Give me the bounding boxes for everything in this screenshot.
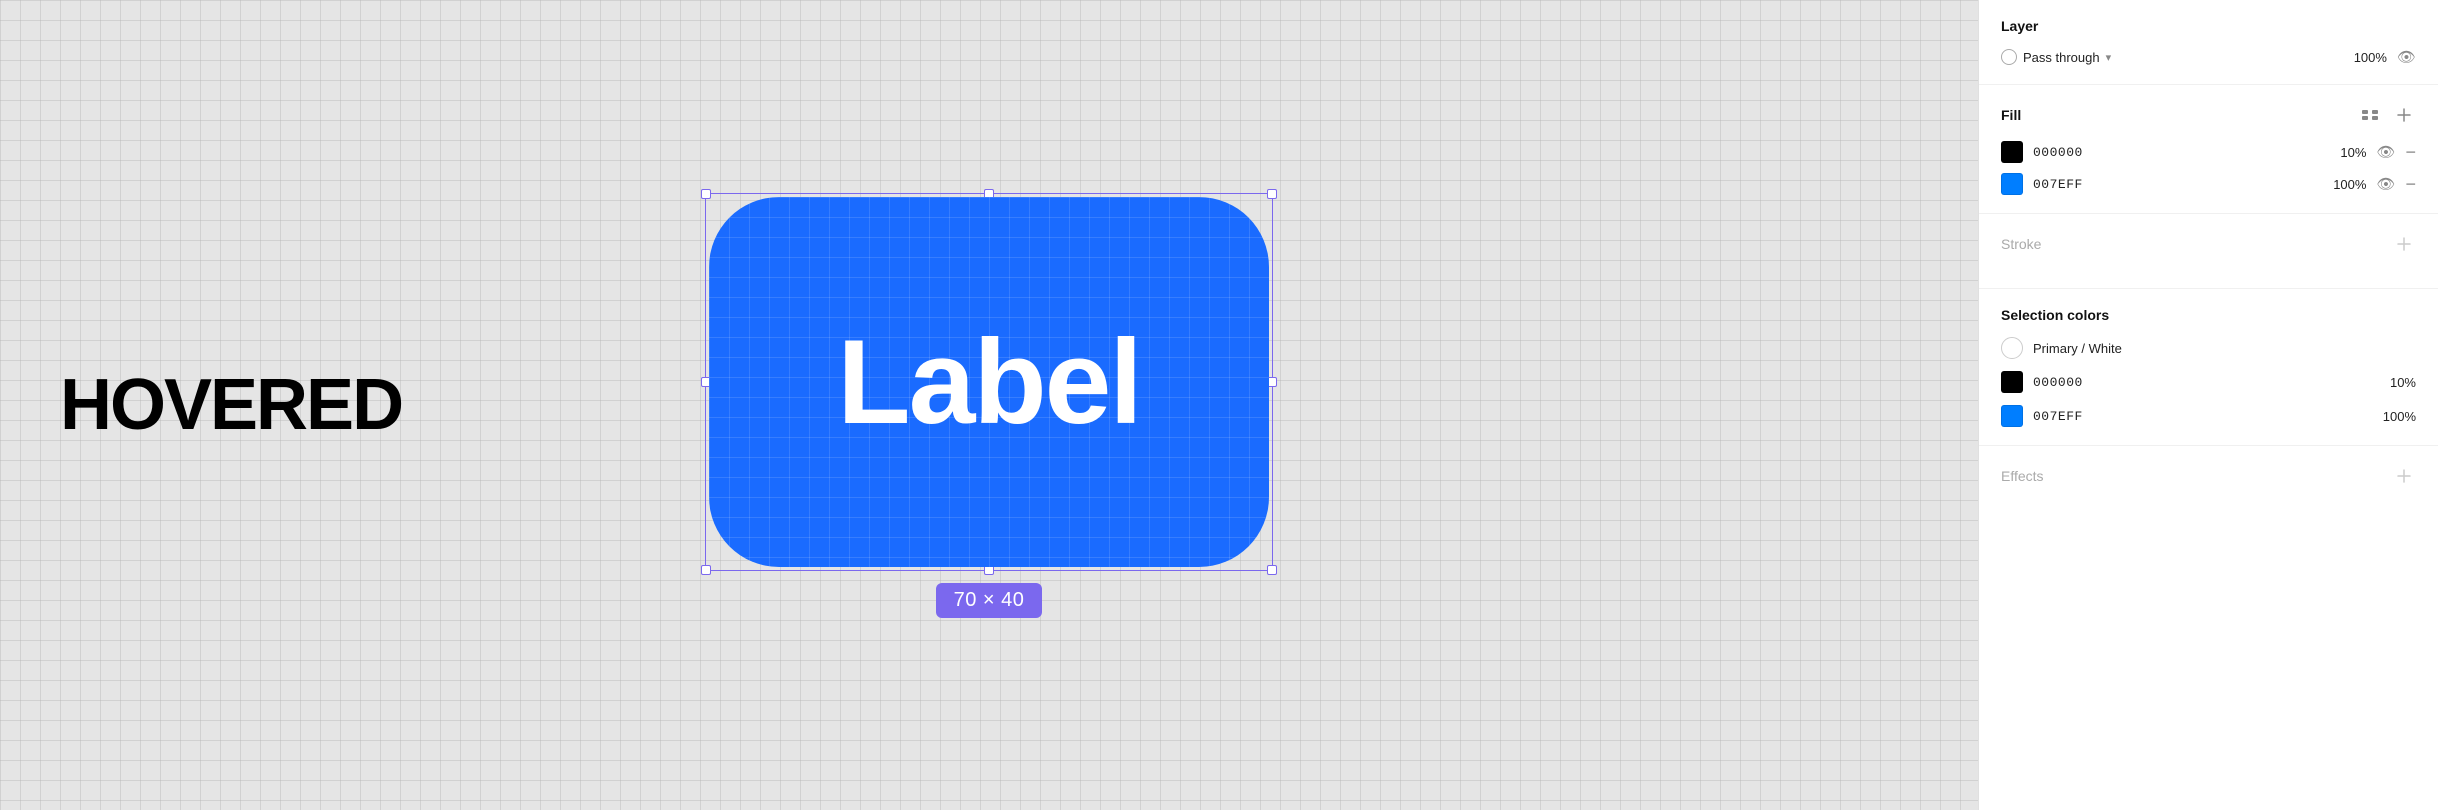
fill-black-remove-button[interactable]: −	[2405, 143, 2416, 161]
fill-opacity-blue[interactable]: 100%	[2328, 177, 2366, 192]
stroke-section-header: Stroke	[2001, 232, 2416, 256]
selection-colors-section: Selection colors Primary / White 000000 …	[1979, 289, 2438, 446]
blend-mode-icon	[2001, 49, 2017, 65]
stroke-section: Stroke	[1979, 214, 2438, 289]
effects-section: Effects	[1979, 446, 2438, 520]
blend-mode-label: Pass through	[2023, 50, 2100, 65]
fill-blue-visibility-icon[interactable]: 👁	[2376, 175, 2395, 193]
fill-row-black: 000000 10% 👁 −	[2001, 141, 2416, 163]
layer-section: Layer Pass through ▾ 100% 👁	[1979, 0, 2438, 85]
hovered-state-label: HOVERED	[60, 364, 402, 446]
effects-add-button[interactable]	[2392, 464, 2416, 488]
stroke-section-title: Stroke	[2001, 236, 2041, 252]
layer-section-header: Layer	[2001, 18, 2416, 34]
button-container: Label 70 × 40	[705, 193, 1273, 618]
ui-button[interactable]: Label	[709, 197, 1269, 567]
fill-section-header: Fill	[2001, 103, 2416, 127]
fill-section: Fill	[1979, 85, 2438, 214]
fill-add-button[interactable]	[2392, 103, 2416, 127]
layer-row: Pass through ▾ 100% 👁	[2001, 48, 2416, 66]
stroke-add-button[interactable]	[2392, 232, 2416, 256]
selection-colors-header: Selection colors	[2001, 307, 2416, 323]
fill-swatch-blue[interactable]	[2001, 173, 2023, 195]
blend-mode-group[interactable]: Pass through ▾	[2001, 49, 2339, 65]
layer-opacity-value[interactable]: 100%	[2349, 50, 2387, 65]
primary-white-label: Primary / White	[2033, 341, 2122, 356]
selection-box: Label	[705, 193, 1273, 571]
fill-section-actions	[2358, 103, 2416, 127]
fill-opacity-black[interactable]: 10%	[2328, 145, 2366, 160]
blend-mode-chevron-icon: ▾	[2106, 51, 2112, 64]
fill-row-blue: 007EFF 100% 👁 −	[2001, 173, 2416, 195]
button-label: Label	[837, 313, 1140, 451]
selection-swatch-blue[interactable]	[2001, 405, 2023, 427]
canvas-area: HOVERED Label 70 × 40	[0, 0, 1978, 810]
fill-swatch-black[interactable]	[2001, 141, 2023, 163]
selection-opacity-blue[interactable]: 100%	[2378, 409, 2416, 424]
selection-color-primary-white[interactable]: Primary / White	[2001, 337, 2416, 359]
right-panel: Layer Pass through ▾ 100% 👁 Fill	[1978, 0, 2438, 810]
fill-color-blue-hex: 007EFF	[2033, 177, 2318, 192]
selection-color-blue: 007EFF 100%	[2001, 405, 2416, 427]
layer-visibility-icon[interactable]: 👁	[2397, 48, 2416, 66]
fill-dots-button[interactable]	[2358, 103, 2382, 127]
selection-color-black: 000000 10%	[2001, 371, 2416, 393]
fill-color-black-hex: 000000	[2033, 145, 2318, 160]
selection-swatch-black[interactable]	[2001, 371, 2023, 393]
fill-section-title: Fill	[2001, 107, 2021, 123]
selection-color-blue-hex: 007EFF	[2033, 409, 2368, 424]
fill-black-visibility-icon[interactable]: 👁	[2376, 143, 2395, 161]
fill-blue-remove-button[interactable]: −	[2405, 175, 2416, 193]
effects-section-header: Effects	[2001, 464, 2416, 488]
size-badge: 70 × 40	[936, 583, 1043, 618]
selection-color-black-hex: 000000	[2033, 375, 2368, 390]
selection-colors-title: Selection colors	[2001, 307, 2109, 323]
effects-section-title: Effects	[2001, 468, 2044, 484]
primary-white-swatch	[2001, 337, 2023, 359]
selection-opacity-black[interactable]: 10%	[2378, 375, 2416, 390]
layer-section-title: Layer	[2001, 18, 2038, 34]
